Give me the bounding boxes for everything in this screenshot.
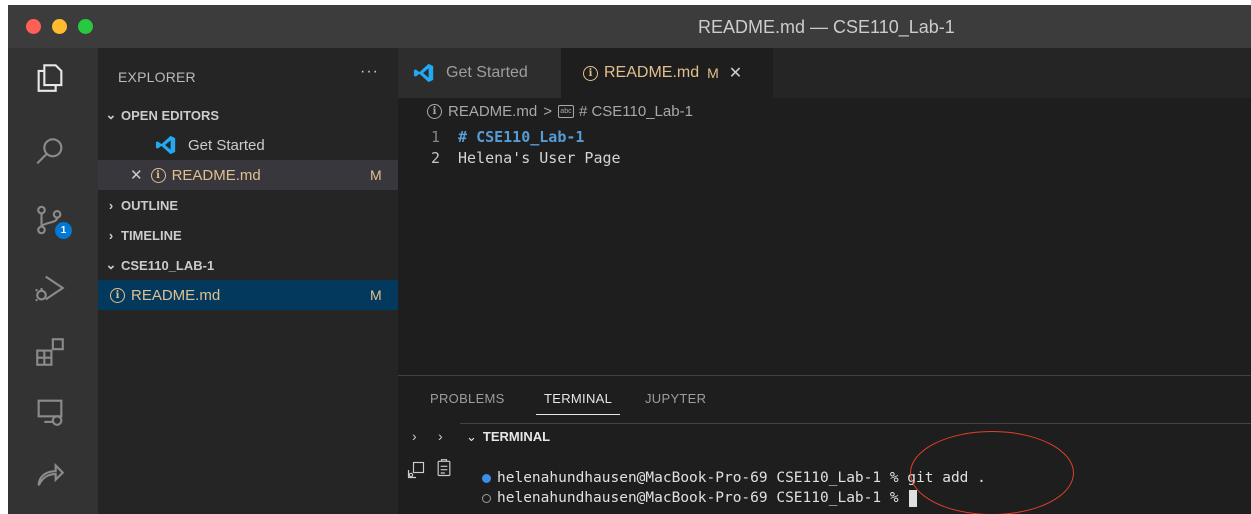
terminal-section-header[interactable]: ⌄ TERMINAL bbox=[460, 423, 1251, 449]
tab-jupyter[interactable]: JUPYTER bbox=[645, 391, 706, 406]
open-editor-label: Get Started bbox=[188, 136, 265, 154]
breadcrumb-separator: > bbox=[543, 102, 552, 120]
close-icon[interactable]: ✕ bbox=[130, 166, 143, 184]
info-icon: i bbox=[150, 167, 166, 183]
command-success-icon bbox=[482, 473, 491, 483]
remote-explorer-icon[interactable] bbox=[28, 390, 72, 434]
terminal-line: helenahundhausen@MacBook-Pro-69 CSE110_L… bbox=[482, 468, 986, 488]
code-line: 2 Helena's User Page bbox=[398, 147, 1251, 168]
source-control-icon[interactable]: 1 bbox=[28, 198, 72, 242]
panel-tabs: PROBLEMS TERMINAL JUPYTER bbox=[398, 376, 1251, 420]
activity-bar: 1 bbox=[8, 48, 98, 514]
file-readme[interactable]: i README.md M bbox=[98, 280, 398, 310]
tab-problems[interactable]: PROBLEMS bbox=[430, 391, 505, 406]
terminal-cursor bbox=[909, 489, 918, 507]
tab-label: Get Started bbox=[446, 64, 528, 81]
active-tab-indicator bbox=[536, 414, 620, 415]
vscode-logo-icon bbox=[155, 135, 176, 155]
modified-badge: M bbox=[370, 167, 382, 183]
chevron-down-icon: ⌄ bbox=[466, 428, 477, 444]
open-editors-section[interactable]: ⌄ OPEN EDITORS bbox=[98, 100, 398, 130]
info-icon: i bbox=[110, 287, 125, 303]
timeline-section[interactable]: › TIMELINE bbox=[98, 220, 398, 250]
extensions-icon[interactable] bbox=[28, 330, 72, 374]
chevron-right-icon[interactable]: › bbox=[412, 428, 417, 444]
terminal-split-icon[interactable] bbox=[406, 460, 426, 480]
open-editor-readme[interactable]: ✕ i README.md M bbox=[98, 160, 398, 190]
run-debug-icon[interactable] bbox=[28, 266, 72, 310]
folder-section[interactable]: ⌄ CSE110_LAB-1 bbox=[98, 250, 398, 280]
modified-badge: M bbox=[370, 287, 382, 303]
explorer-icon[interactable] bbox=[28, 56, 72, 100]
outline-section[interactable]: › OUTLINE bbox=[98, 190, 398, 220]
close-window-button[interactable] bbox=[26, 19, 41, 34]
folder-label: CSE110_LAB-1 bbox=[121, 257, 215, 273]
sidebar-header: EXPLORER ··· bbox=[98, 48, 398, 98]
open-editor-get-started[interactable]: Get Started bbox=[98, 130, 398, 160]
modified-badge: M bbox=[707, 65, 719, 81]
tab-readme[interactable]: i README.md M ✕ bbox=[561, 48, 773, 98]
command-pending-icon bbox=[482, 493, 491, 503]
heading-marker: # bbox=[458, 127, 477, 146]
chevron-down-icon: ⌄ bbox=[105, 107, 117, 122]
search-icon[interactable] bbox=[28, 130, 72, 174]
breadcrumb-file[interactable]: README.md bbox=[448, 103, 537, 120]
open-editors-label: OPEN EDITORS bbox=[121, 107, 220, 123]
chevron-right-icon: › bbox=[108, 227, 114, 243]
string-symbol-icon: abc bbox=[557, 104, 574, 118]
tab-terminal[interactable]: TERMINAL bbox=[544, 391, 612, 406]
chevron-down-icon: ⌄ bbox=[105, 257, 117, 272]
explorer-sidebar: EXPLORER ··· ⌄ OPEN EDITORS Get Started … bbox=[98, 48, 398, 514]
tab-get-started[interactable]: Get Started bbox=[398, 48, 561, 98]
timeline-label: TIMELINE bbox=[121, 227, 182, 243]
editor-tab-bar: Get Started i README.md M ✕ bbox=[398, 48, 1251, 98]
clipboard-icon[interactable] bbox=[434, 458, 454, 478]
close-tab-icon[interactable]: ✕ bbox=[729, 63, 742, 83]
terminal-line-text: helenahundhausen@MacBook-Pro-69 CSE110_L… bbox=[497, 470, 986, 486]
terminal-output[interactable]: helenahundhausen@MacBook-Pro-69 CSE110_L… bbox=[482, 468, 986, 508]
window-title: README.md — CSE110_Lab-1 bbox=[698, 17, 955, 37]
info-icon: i bbox=[427, 103, 442, 119]
editor-content[interactable]: 1 # CSE110_Lab-1 2 Helena's User Page bbox=[398, 126, 1251, 168]
heading-text: CSE110_Lab-1 bbox=[476, 127, 585, 146]
bottom-panel: PROBLEMS TERMINAL JUPYTER › › ⌄ TERMINAL… bbox=[398, 375, 1251, 514]
minimize-window-button[interactable] bbox=[52, 19, 67, 34]
panel-side-toolbar: › › bbox=[398, 420, 460, 514]
breadcrumb: i README.md > abc # CSE110_Lab-1 bbox=[398, 98, 1251, 124]
vscode-logo-icon bbox=[413, 63, 434, 83]
maximize-window-button[interactable] bbox=[78, 19, 93, 34]
line-number: 2 bbox=[430, 148, 440, 167]
chevron-right-icon: › bbox=[108, 197, 114, 213]
sidebar-title: EXPLORER bbox=[118, 69, 196, 85]
terminal-line: helenahundhausen@MacBook-Pro-69 CSE110_L… bbox=[482, 488, 986, 508]
more-actions-button[interactable]: ··· bbox=[360, 63, 379, 81]
terminal-line-text: helenahundhausen@MacBook-Pro-69 CSE110_L… bbox=[497, 490, 908, 506]
code-line: 1 # CSE110_Lab-1 bbox=[398, 126, 1251, 147]
vscode-window: README.md — CSE110_Lab-1 1 EXPLORER ··· … bbox=[8, 5, 1251, 514]
tab-label: README.md bbox=[604, 64, 700, 81]
title-bar: README.md — CSE110_Lab-1 bbox=[8, 5, 1251, 48]
open-editor-label: README.md bbox=[171, 166, 261, 184]
source-control-badge: 1 bbox=[55, 222, 72, 239]
live-share-icon[interactable] bbox=[28, 452, 72, 496]
line-text: Helena's User Page bbox=[458, 148, 621, 167]
file-label: README.md bbox=[131, 286, 221, 304]
info-icon: i bbox=[583, 65, 598, 81]
chevron-right-icon[interactable]: › bbox=[438, 428, 443, 444]
terminal-section-title: TERMINAL bbox=[482, 429, 551, 444]
breadcrumb-symbol[interactable]: # CSE110_Lab-1 bbox=[579, 103, 693, 120]
line-number: 1 bbox=[430, 127, 440, 146]
outline-label: OUTLINE bbox=[121, 197, 179, 213]
